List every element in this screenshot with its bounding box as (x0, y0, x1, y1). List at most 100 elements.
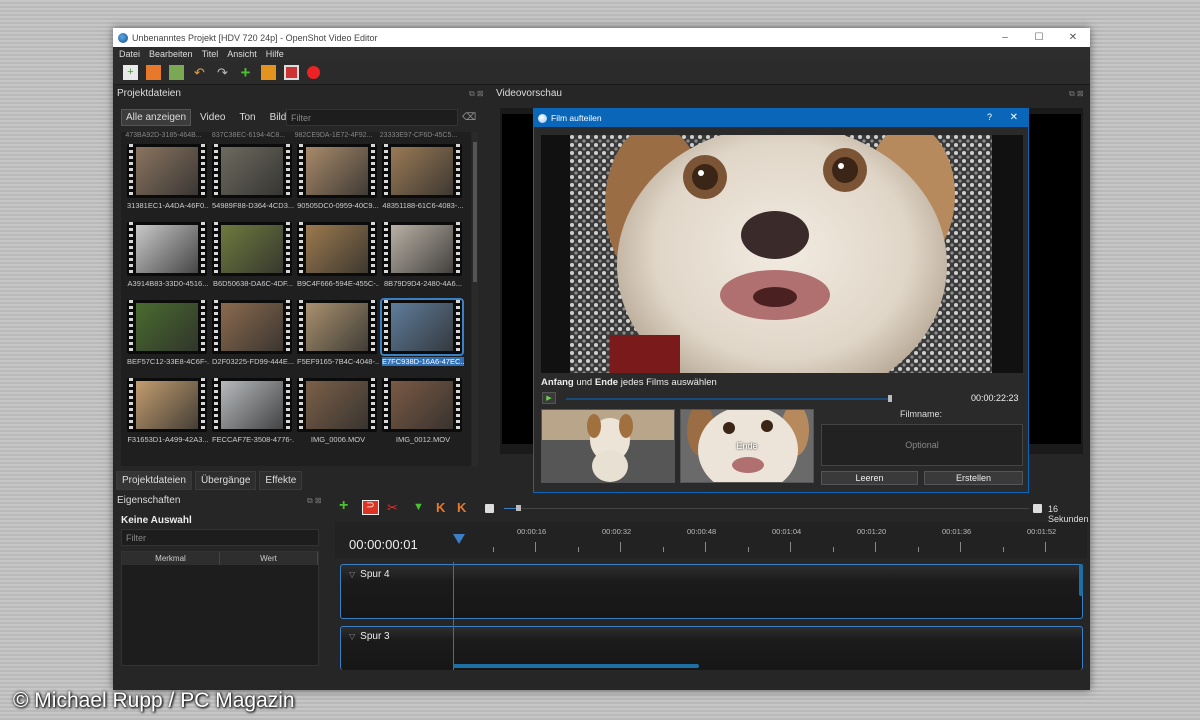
redo-icon[interactable]: ↷ (215, 65, 230, 80)
tab-project-files[interactable]: Projektdateien (116, 471, 192, 490)
play-button[interactable]: ▶ (542, 392, 556, 404)
clip-seek-handle[interactable] (888, 395, 892, 402)
start-frame-button[interactable] (541, 409, 675, 483)
clear-button[interactable]: Leeren (821, 471, 918, 485)
ruler-tick-label: 00:00:16 (517, 527, 547, 536)
playhead-handle[interactable] (453, 534, 465, 544)
menu-help[interactable]: Hilfe (266, 49, 284, 59)
video-thumbnail-image (221, 147, 283, 195)
filter-show-all-button[interactable]: Alle anzeigen (121, 109, 192, 126)
menu-file[interactable]: Datei (119, 49, 140, 59)
file-thumbnail[interactable]: B9C4F666-594E-455C-... (297, 222, 379, 294)
video-thumbnail-image (136, 147, 198, 195)
file-thumbnail[interactable]: 48351188-61C6-4083-... (382, 144, 464, 216)
main-window: Unbenanntes Projekt [HDV 720 24p] - Open… (113, 28, 1090, 690)
col-feature[interactable]: Merkmal (122, 552, 220, 565)
timeline-ruler[interactable]: 00:00:00:01 00:00:16 00:00:32 00:00:48 00:0… (335, 522, 1087, 558)
file-thumbnail[interactable]: F31653D1-A499-42A3... (127, 378, 209, 450)
end-frame-button[interactable]: Ende (680, 409, 814, 483)
file-thumbnail[interactable]: 54989F88-D364-4CD3... (212, 144, 294, 216)
menu-title[interactable]: Titel (202, 49, 219, 59)
zoom-slider-handle[interactable] (516, 505, 521, 511)
ruler-tick (875, 542, 876, 552)
previous-marker-icon[interactable]: K (436, 501, 445, 514)
file-thumbnail[interactable]: 90505DC0-0959-40C9... (297, 144, 379, 216)
export-video-icon[interactable] (307, 66, 320, 79)
import-files-icon[interactable]: + (238, 64, 253, 81)
files-scrollbar[interactable] (472, 132, 478, 466)
project-files-grid: 473BA92D-3185-464B... 837C38EC-6194-4C8..… (121, 132, 471, 466)
zoom-label: 16 Sekunden (1048, 504, 1089, 524)
clip-seek-slider[interactable] (566, 398, 891, 400)
add-track-icon[interactable]: + (339, 498, 348, 514)
zoom-slider[interactable] (504, 508, 1029, 509)
maximize-button[interactable]: ☐ (1022, 28, 1056, 47)
copyright-watermark: © Michael Rupp / PC Magazin (13, 689, 295, 712)
tab-effects[interactable]: Effekte (259, 471, 303, 490)
timeline-vscrollbar[interactable] (1079, 564, 1083, 596)
title-bar: Unbenanntes Projekt [HDV 720 24p] - Open… (113, 28, 1090, 47)
file-name: 48351188-61C6-4083-... (382, 201, 464, 210)
help-button[interactable]: ? (987, 112, 992, 122)
file-thumbnail[interactable]: B6D50638-DA6C-4DF... (212, 222, 293, 294)
menu-edit[interactable]: Bearbeiten (149, 49, 193, 59)
playhead-line[interactable] (453, 562, 454, 670)
add-marker-icon[interactable]: ▼ (413, 502, 424, 513)
file-thumbnail[interactable]: FECCAF7E-3508-4776-... (212, 378, 294, 450)
col-value[interactable]: Wert (220, 552, 318, 565)
properties-filter-input[interactable]: Filter (121, 529, 319, 546)
filter-audio-button[interactable]: Ton (234, 110, 260, 125)
razor-icon[interactable]: ✂ (387, 501, 398, 514)
files-filter-input[interactable]: Filter (286, 109, 458, 126)
file-name: IMG_0012.MOV (395, 435, 451, 444)
save-project-icon[interactable] (169, 65, 184, 80)
file-thumbnail[interactable]: IMG_0012.MOV (382, 378, 462, 450)
fullscreen-icon[interactable] (284, 65, 299, 80)
file-thumbnail[interactable]: F5EF9165-7B4C-4048-... (297, 300, 379, 372)
open-project-icon[interactable] (146, 65, 161, 80)
file-thumbnail[interactable]: D2F03225-FD99-444E... (212, 300, 294, 372)
preview-dock-icon[interactable]: ⧉⊠ (1069, 89, 1085, 99)
openshot-logo-icon (118, 32, 128, 43)
close-button[interactable]: ✕ (1056, 28, 1090, 47)
openshot-logo-icon (538, 113, 547, 123)
create-button[interactable]: Erstellen (924, 471, 1023, 485)
video-thumbnail-image (136, 225, 198, 273)
ruler-tick (705, 542, 706, 552)
film-strip-icon (212, 144, 292, 198)
clear-filter-icon[interactable]: ⌫ (462, 112, 476, 123)
filter-video-button[interactable]: Video (195, 110, 230, 125)
filename-input[interactable]: Optional (821, 424, 1023, 466)
dialog-title-bar: Film aufteilen ? ✕ (534, 109, 1028, 127)
undo-icon[interactable]: ↶ (192, 65, 207, 80)
timeline-hscrollbar[interactable] (453, 664, 699, 668)
zoom-end-checkbox[interactable] (1033, 504, 1042, 513)
track-spur-4[interactable]: Spur 4 (340, 564, 1083, 619)
video-thumbnail-image (221, 303, 283, 351)
center-playhead-checkbox[interactable] (485, 504, 494, 513)
choose-profile-icon[interactable] (261, 65, 276, 80)
ruler-tick (535, 542, 536, 552)
new-project-icon[interactable]: + (123, 65, 138, 80)
file-thumbnail[interactable]: 31381EC1-A4DA-46F0... (127, 144, 209, 216)
video-thumbnail-image (221, 381, 283, 429)
film-strip-icon (297, 378, 377, 432)
menu-bar: Datei Bearbeiten Titel Ansicht Hilfe (113, 47, 1090, 61)
properties-dock-icon[interactable]: ⧉⊠ (307, 496, 323, 506)
tab-transitions[interactable]: Übergänge (194, 471, 257, 490)
file-thumbnail[interactable]: IMG_0006.MOV (297, 378, 377, 450)
file-thumbnail[interactable]: BEF57C12-33E8-4C6F-... (127, 300, 209, 372)
current-time-display: 00:00:00:01 (349, 537, 418, 552)
project-files-dock-icon[interactable]: ⧉⊠ (469, 89, 485, 99)
menu-view[interactable]: Ansicht (227, 49, 257, 59)
file-thumbnail[interactable]: E7FC938D-16A6-47EC... (380, 298, 464, 372)
cut-file-label: 473BA92D-3185-464B... (125, 132, 202, 139)
file-thumbnail[interactable]: 8B79D9D4-2480-4A6... (382, 222, 462, 294)
next-marker-icon[interactable]: K (457, 501, 466, 514)
track-spur-3[interactable]: Spur 3 (340, 626, 1083, 670)
snapping-icon[interactable]: ⊃ (362, 500, 379, 515)
film-strip-icon (127, 300, 207, 354)
file-thumbnail[interactable]: A3914B83-33D0-4516... (127, 222, 208, 294)
dialog-close-button[interactable]: ✕ (1010, 112, 1018, 123)
minimize-button[interactable]: – (988, 28, 1022, 47)
